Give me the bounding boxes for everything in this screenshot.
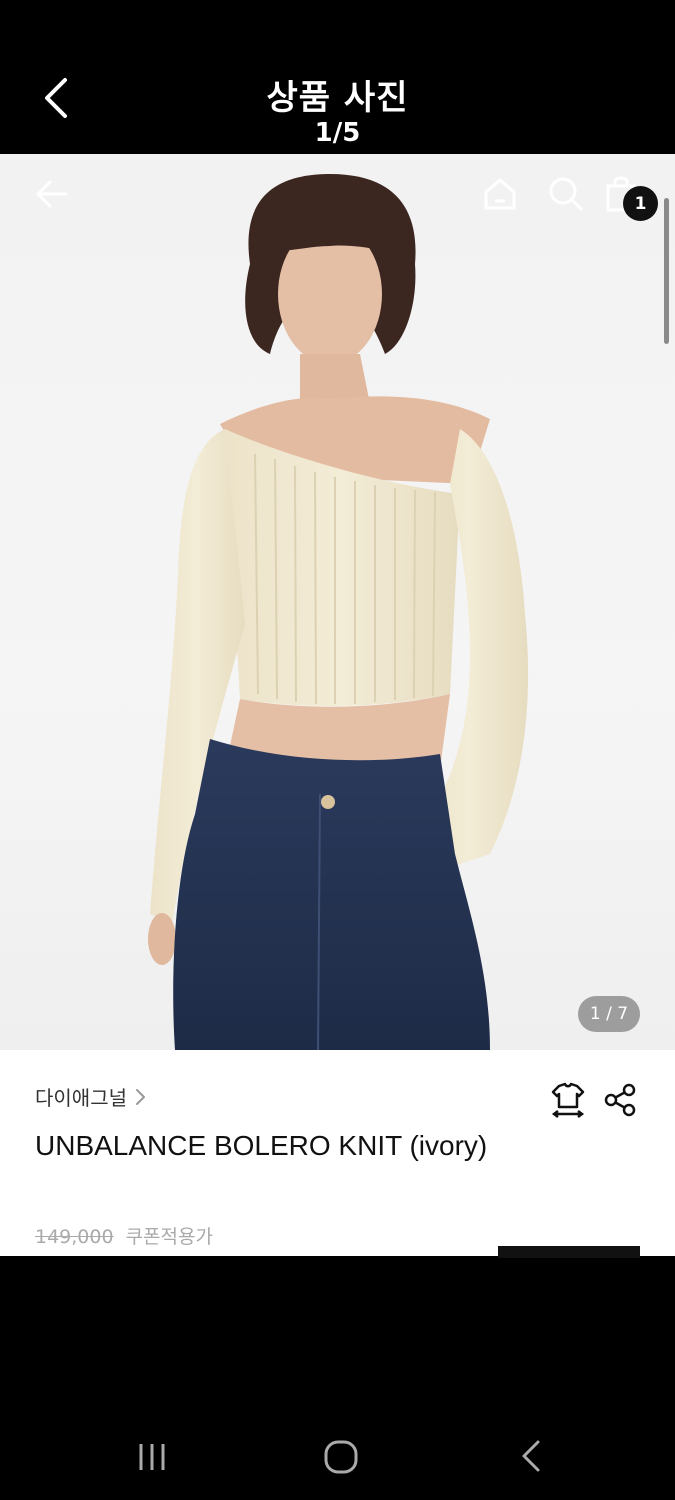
image-counter-badge: 1 / 7 (578, 996, 640, 1032)
photo-page-counter: 1/5 (314, 118, 361, 148)
page-title: 상품 사진 (266, 78, 409, 118)
original-price: 149,000 (35, 1226, 114, 1248)
product-name: UNBALANCE BOLERO KNIT (ivory) (35, 1130, 488, 1161)
home-nav-icon[interactable] (320, 1436, 362, 1478)
system-nav-bar (0, 1400, 675, 1500)
viewer-header: 상품 사진 1/5 (0, 0, 675, 154)
brand-name: 다이애그널 (35, 1086, 127, 1110)
cart-count-badge: 1 (623, 186, 658, 221)
chevron-right-icon (136, 1088, 145, 1105)
coupon-price-label: 쿠폰적용가 (125, 1226, 213, 1248)
share-icon[interactable] (602, 1082, 638, 1118)
home-icon[interactable] (480, 174, 520, 214)
search-icon[interactable] (546, 174, 586, 214)
recent-apps-icon[interactable] (132, 1436, 172, 1476)
purchase-button-edge[interactable] (498, 1246, 640, 1258)
model-photo (148, 174, 529, 1050)
product-photo[interactable]: 1 1 / 7 (0, 154, 675, 1050)
size-guide-shirt-icon[interactable] (548, 1080, 588, 1120)
product-info: 다이애그널 UNBALANCE BOLERO KNIT (ivory) 149,… (0, 1050, 675, 1258)
scrollbar[interactable] (664, 198, 669, 344)
arrow-left-icon[interactable] (32, 174, 72, 214)
price-row: 149,000 쿠폰적용가 (35, 1222, 213, 1249)
brand-link[interactable]: 다이애그널 (35, 1082, 147, 1111)
back-nav-icon[interactable] (514, 1436, 548, 1476)
